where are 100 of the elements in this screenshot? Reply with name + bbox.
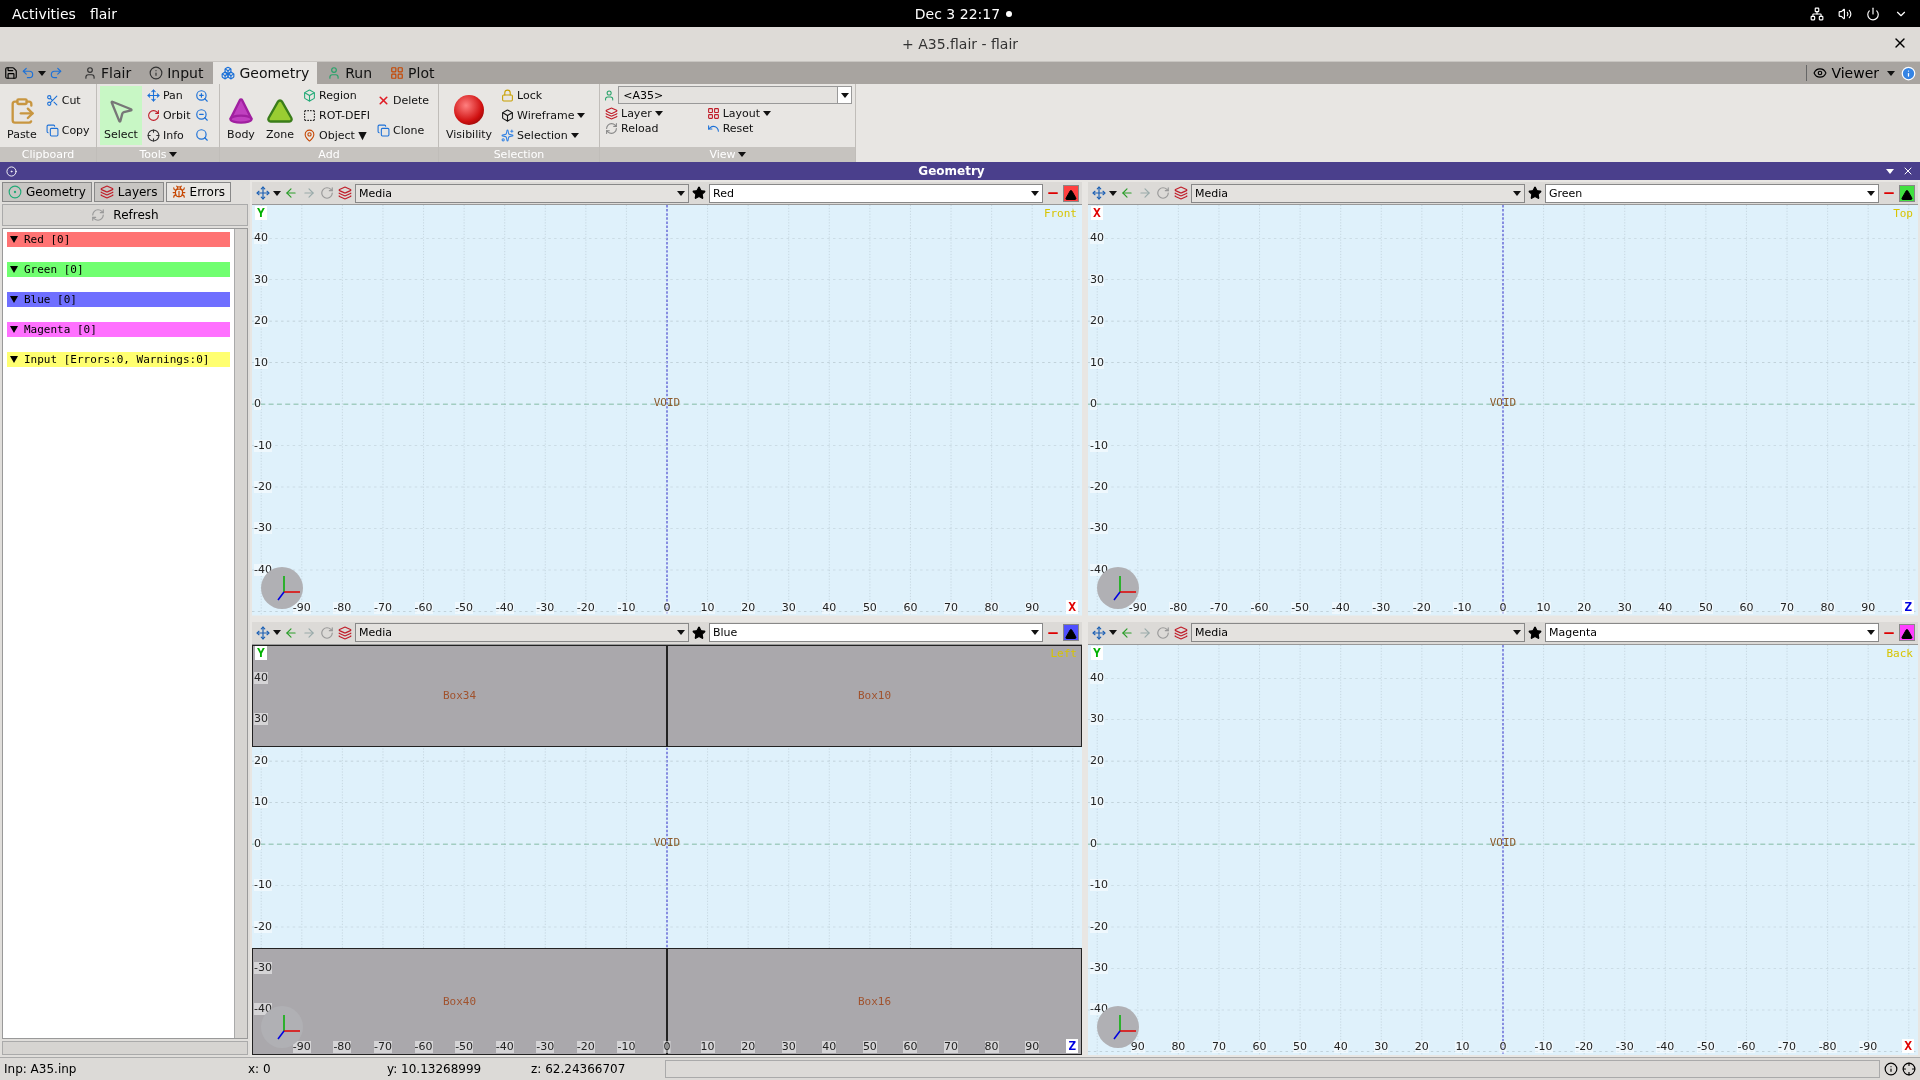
pan-button[interactable]: Pan xyxy=(144,88,193,104)
volume-icon xyxy=(1838,6,1852,21)
star-icon[interactable] xyxy=(1527,185,1543,201)
error-group-row[interactable]: Magenta [0] xyxy=(7,322,230,337)
layer-combo[interactable]: Magenta xyxy=(1545,623,1879,642)
layer-combo[interactable]: Blue xyxy=(709,623,1043,642)
star-icon[interactable] xyxy=(691,624,707,641)
orbit-button[interactable]: Orbit xyxy=(144,108,193,123)
copy-button[interactable]: Copy xyxy=(43,122,92,138)
lock-button[interactable]: Lock xyxy=(499,88,588,104)
origin-label: VOID xyxy=(1489,835,1517,849)
layout-button[interactable]: Layout xyxy=(704,106,774,121)
x-tick-label: 10 xyxy=(700,601,715,614)
move-icon[interactable] xyxy=(1091,185,1107,201)
error-group-label: Red [0] xyxy=(24,233,71,246)
x-tick-label: -10 xyxy=(617,601,636,614)
power-icon[interactable] xyxy=(1866,6,1880,21)
triangle-icon xyxy=(1065,188,1077,201)
ribbon-tab[interactable]: Run xyxy=(319,62,381,84)
dropdown-button[interactable] xyxy=(837,87,851,103)
move-icon[interactable] xyxy=(1091,624,1107,641)
selection-button[interactable]: Selection xyxy=(499,127,588,143)
x-tick-label: 90 xyxy=(1861,601,1876,614)
caret-icon[interactable] xyxy=(38,70,46,76)
star-icon[interactable] xyxy=(1527,624,1543,641)
y-tick-label: 0 xyxy=(1090,837,1097,850)
viewer-button[interactable]: Viewer xyxy=(1806,65,1885,81)
group-label: Add xyxy=(318,148,340,161)
move-icon[interactable] xyxy=(255,624,271,641)
error-group-row[interactable]: Green [0] xyxy=(7,262,230,277)
layer-combo[interactable]: Green xyxy=(1545,183,1879,203)
ribbon-tab[interactable]: Plot xyxy=(382,62,443,84)
y-tick-label: 10 xyxy=(1090,356,1104,369)
error-group-label: Green [0] xyxy=(24,263,84,276)
close-icon[interactable] xyxy=(1902,165,1914,177)
media-combo[interactable]: Media xyxy=(355,183,689,203)
layer-button[interactable]: Layer xyxy=(603,106,665,121)
cut-button[interactable]: Cut xyxy=(43,93,92,109)
reset-button[interactable]: Reset xyxy=(704,121,774,136)
network-icon xyxy=(1810,6,1824,21)
error-group-row[interactable]: Red [0] xyxy=(7,232,230,247)
media-combo[interactable]: Media xyxy=(355,623,689,642)
sidebar-tab[interactable]: Layers xyxy=(93,182,164,202)
zone-button[interactable]: Zone xyxy=(262,86,298,145)
object-button[interactable]: Object ▼ xyxy=(301,127,372,143)
layer-combo[interactable]: Red xyxy=(709,183,1043,203)
save-icon[interactable] xyxy=(4,66,18,80)
cone-icon xyxy=(227,97,255,125)
scrollbar[interactable] xyxy=(234,229,247,1038)
layers-icon[interactable] xyxy=(1173,624,1189,641)
select-button[interactable]: Select xyxy=(100,86,142,145)
x-tick-label: 30 xyxy=(781,1041,796,1053)
x-tick-label: -90 xyxy=(292,1041,311,1053)
clone-button[interactable]: Clone xyxy=(375,122,432,138)
zoom-icon[interactable] xyxy=(195,128,210,143)
zoom-out-icon[interactable] xyxy=(195,108,210,123)
error-group-row[interactable]: Input [Errors:0, Warnings:0] xyxy=(7,352,230,367)
info-button[interactable]: Info xyxy=(144,127,193,143)
ribbon-tab[interactable]: Geometry xyxy=(213,62,318,84)
layer-color-button[interactable] xyxy=(1063,184,1079,202)
media-combo[interactable]: Media xyxy=(1191,183,1525,203)
layer-color-button[interactable] xyxy=(1899,624,1915,641)
ribbon-tab[interactable]: Flair xyxy=(75,62,140,84)
error-group-label: Input [Errors:0, Warnings:0] xyxy=(24,353,210,366)
x-tick-label: 10 xyxy=(1536,601,1551,614)
layers-icon[interactable] xyxy=(337,624,353,641)
app-menu[interactable]: flair xyxy=(89,5,117,22)
x-tick-label: -50 xyxy=(1696,1041,1715,1053)
layers-icon[interactable] xyxy=(1173,185,1189,201)
layer-color-button[interactable] xyxy=(1063,624,1079,641)
region-button[interactable]: Region xyxy=(301,88,372,104)
reload-button[interactable]: Reload xyxy=(603,121,665,136)
layer-color-button[interactable] xyxy=(1899,184,1915,202)
sidebar-tab[interactable]: Errors xyxy=(165,182,232,202)
layers-icon xyxy=(605,107,618,120)
wireframe-button[interactable]: Wireframe xyxy=(499,108,588,123)
status-y: y: 10.13268999 xyxy=(386,1062,483,1076)
activities-button[interactable]: Activities xyxy=(12,5,76,22)
visibility-button[interactable]: Visibility xyxy=(442,86,497,145)
error-group-row[interactable]: Blue [0] xyxy=(7,292,230,307)
x-tick-label: 20 xyxy=(741,601,756,614)
y-tick-label: 20 xyxy=(254,754,268,767)
paste-button[interactable]: Paste xyxy=(3,86,41,145)
rot-defi-button[interactable]: ROT-DEFI xyxy=(301,108,372,123)
media-combo[interactable]: Media xyxy=(1191,623,1525,642)
caret-icon xyxy=(1031,190,1039,196)
scrollbar[interactable] xyxy=(2,1041,248,1055)
layers-icon[interactable] xyxy=(337,185,353,201)
body-button[interactable]: Body xyxy=(223,86,259,145)
zoom-in-icon[interactable] xyxy=(195,88,210,103)
project-combo[interactable]: <A35> xyxy=(618,86,852,104)
refresh-button[interactable]: Refresh xyxy=(2,204,248,226)
star-icon[interactable] xyxy=(691,185,707,201)
info-icon[interactable] xyxy=(1901,65,1916,81)
move-icon[interactable] xyxy=(255,185,271,201)
delete-button[interactable]: Delete xyxy=(375,93,432,109)
ribbon-tab[interactable]: Input xyxy=(141,62,212,84)
x-tick-label: 60 xyxy=(1252,1041,1267,1053)
caret-icon[interactable] xyxy=(1887,70,1895,76)
sidebar-tab[interactable]: Geometry xyxy=(2,182,92,202)
